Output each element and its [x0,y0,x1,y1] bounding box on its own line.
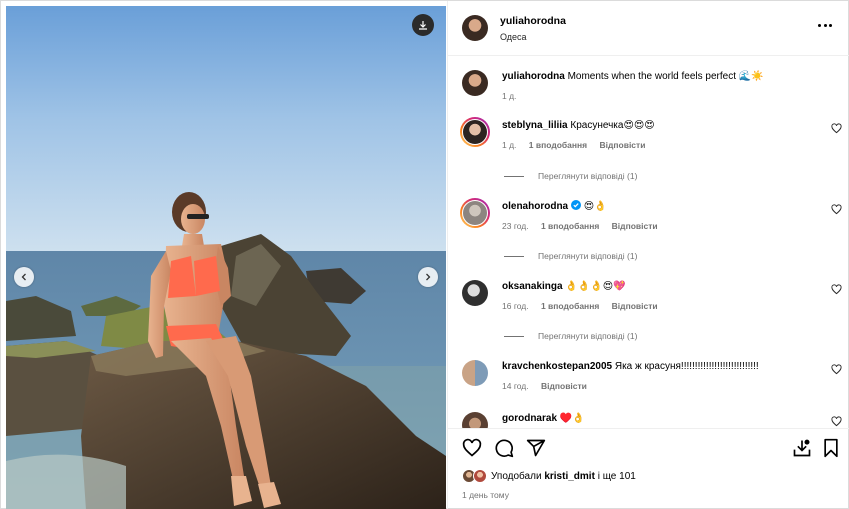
post-date[interactable]: 1 день тому [462,490,509,500]
liked-by-user[interactable]: kristi_dmit [544,471,595,482]
beach-photo-image [6,6,446,509]
verified-badge-icon [570,200,581,210]
comment-username[interactable]: gorodnarak [502,413,557,424]
view-replies-button[interactable]: Переглянути відповіді (1) [504,251,637,261]
reply-button[interactable]: Відповісти [541,381,587,391]
comment-likes[interactable]: 1 вподобання [541,221,599,231]
caption-avatar[interactable] [462,70,488,96]
reply-button[interactable]: Відповісти [600,140,646,150]
download-icon [419,21,427,30]
comment-username[interactable]: kravchenkostepan2005 [502,361,612,372]
comment-text: 👌👌👌😍💖 [565,281,626,292]
caption-text: Moments when the world feels perfect 🌊☀️ [567,71,764,82]
commenter-avatar[interactable] [462,280,488,306]
commenter-avatar[interactable] [460,117,490,147]
comment-like-icon[interactable] [831,364,842,375]
view-replies-button[interactable]: Переглянути відповіді (1) [504,171,637,181]
caption-username[interactable]: yuliahorodna [502,71,565,82]
comment-text: ♥️👌 [559,413,585,424]
comment-icon[interactable] [494,438,514,458]
reply-button[interactable]: Відповісти [612,221,658,231]
comment-username[interactable]: olenahorodna [502,201,568,212]
view-replies-button[interactable]: Переглянути відповіді (1) [504,331,637,341]
liker-avatar [473,469,487,483]
comment-time[interactable]: 1 д. [502,140,516,150]
next-image-button[interactable] [418,267,438,287]
caption-time[interactable]: 1 д. [502,91,516,101]
post-actions: Уподобали kristi_dmit і ще 101 1 день то… [448,428,849,509]
download-post-icon[interactable] [792,438,812,458]
comment-time[interactable]: 23 год. [502,221,529,231]
comment-like-icon[interactable] [831,284,842,295]
download-button[interactable] [412,14,434,36]
post-photo[interactable] [6,6,446,509]
comment-username[interactable]: oksanakinga [502,281,563,292]
liked-by-others[interactable]: і ще 101 [598,471,636,482]
comment-like-icon[interactable] [831,123,842,134]
commenter-avatar[interactable] [460,198,490,228]
comment-like-icon[interactable] [831,204,842,215]
bookmark-icon[interactable] [822,438,840,458]
author-avatar[interactable] [462,15,488,41]
comment-like-icon[interactable] [831,416,842,427]
post-side-panel: yuliahorodna Одеса yuliahorodna Moments … [447,1,849,509]
commenter-avatar[interactable] [462,360,488,386]
comment-text: Красунечка😍😍😍 [570,120,655,131]
more-options-icon [818,24,821,27]
post-header: yuliahorodna Одеса [448,1,849,56]
comment-likes[interactable]: 1 вподобання [529,140,587,150]
comment-text: Яка ж красуня!!!!!!!!!!!!!!!!!!!!!!!!!!!… [614,361,759,372]
likes-summary[interactable]: Уподобали kristi_dmit і ще 101 [462,469,636,483]
liked-by-prefix: Уподобали [491,470,542,482]
comment-time[interactable]: 14 год. [502,381,529,391]
post-location[interactable]: Одеса [500,32,566,42]
share-icon[interactable] [526,438,546,458]
comments-list[interactable]: yuliahorodna Moments when the world feel… [448,57,849,428]
post-dialog: yuliahorodna Одеса yuliahorodna Moments … [0,0,849,509]
reply-button[interactable]: Відповісти [612,301,658,311]
more-options-button[interactable] [818,24,832,30]
previous-image-button[interactable] [14,267,34,287]
comment-time[interactable]: 16 год. [502,301,529,311]
author-username[interactable]: yuliahorodna [500,15,566,27]
comment-text: 😍👌 [583,201,607,212]
comment-likes[interactable]: 1 вподобання [541,301,599,311]
commenter-avatar[interactable] [462,412,488,428]
comment-username[interactable]: steblyna_liliia [502,120,568,131]
heart-icon[interactable] [462,438,482,458]
chevron-right-icon [426,273,431,281]
chevron-left-icon [21,273,26,281]
